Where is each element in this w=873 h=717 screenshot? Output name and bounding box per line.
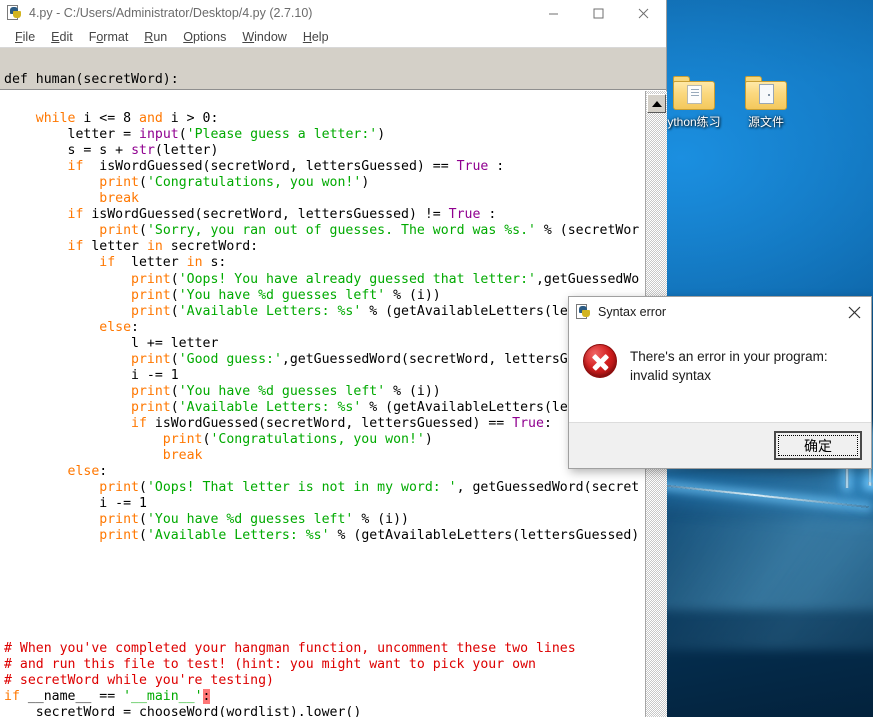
code-line: print('You have %d guesses left' % (i)) [131, 287, 441, 303]
menu-bar[interactable]: File Edit Format Run Options Window Help [0, 26, 666, 48]
python-file-icon [7, 5, 23, 21]
code-line: letter = input('Please guess a letter:') [67, 127, 386, 143]
code-line: if __name__ == '__main__': [4, 688, 211, 704]
error-cross-icon [583, 344, 617, 378]
close-button[interactable] [621, 0, 666, 26]
code-context-bar: def human(secretWord): [0, 48, 666, 90]
dialog-message-line1: There's an error in your program: [630, 349, 828, 364]
minimize-button[interactable] [531, 0, 576, 26]
code-line: print('Oops! That letter is not in my wo… [99, 480, 640, 496]
editor-viewport[interactable]: while i <= 8 and i > 0: letter = input('… [0, 91, 667, 717]
desktop[interactable]: ython练习 源文件 4.py - C:/Users/Administrato… [0, 0, 873, 717]
dialog-close-button[interactable] [839, 299, 869, 325]
dialog-message-line2: invalid syntax [630, 368, 712, 383]
code-line: break [99, 191, 139, 207]
code-line: break [162, 448, 203, 464]
code-line: print('You have %d guesses left' % (i)) [131, 383, 441, 399]
code-line: while i <= 8 and i > 0: [35, 111, 219, 127]
code-line: if isWordGuessed(secretWord, lettersGues… [67, 207, 497, 223]
window-controls[interactable] [531, 0, 666, 26]
menu-help[interactable]: Help [295, 26, 337, 48]
dialog-message: There's an error in your program: invali… [630, 344, 828, 385]
menu-options[interactable]: Options [175, 26, 234, 48]
code-line: if letter in s: [99, 255, 227, 271]
code-line: else: [99, 319, 139, 335]
folder-icon [745, 76, 787, 110]
code-line: l += letter [131, 335, 219, 351]
menu-run[interactable]: Run [136, 26, 175, 48]
desktop-icon-source-files[interactable]: 源文件 [722, 76, 810, 129]
desktop-icon-label: ython练习 [667, 115, 721, 129]
menu-window[interactable]: Window [234, 26, 294, 48]
menu-file[interactable]: File [7, 26, 43, 48]
window-title: 4.py - C:/Users/Administrator/Desktop/4.… [29, 6, 313, 20]
dialog-footer: 确定 [569, 422, 871, 468]
code-line: else: [67, 464, 108, 480]
code-line: print('Available Letters: %s' % (getAvai… [131, 399, 568, 415]
code-line: i -= 1 [131, 367, 179, 383]
code-line: if isWordGuessed(secretWord, lettersGues… [131, 415, 552, 431]
folder-icon [673, 76, 715, 110]
code-line: print('Good guess:',getGuessedWord(secre… [131, 351, 568, 367]
menu-edit[interactable]: Edit [43, 26, 81, 48]
code-text-area[interactable]: while i <= 8 and i > 0: letter = input('… [0, 91, 645, 717]
code-line: # When you've completed your hangman fun… [4, 640, 576, 656]
code-line: if isWordGuessed(secretWord, lettersGues… [67, 159, 505, 175]
code-line: print('Congratulations, you won!') [162, 431, 433, 447]
maximize-button[interactable] [576, 0, 621, 26]
code-line: secretWord = chooseWord(wordlist).lower(… [35, 704, 362, 717]
code-line: print('Sorry, you ran out of guesses. Th… [99, 223, 640, 239]
ok-button-label: 确定 [804, 437, 832, 454]
code-line: i -= 1 [99, 496, 147, 512]
code-line: if letter in secretWord: [67, 239, 259, 255]
code-line: print('Available Letters: %s' % (getAvai… [131, 303, 568, 319]
code-context-text: def human(secretWord): [4, 72, 179, 87]
dialog-title: Syntax error [598, 305, 667, 319]
scroll-up-arrow-icon[interactable] [647, 94, 666, 113]
dialog-body: There's an error in your program: invali… [569, 327, 871, 422]
code-line: print('Available Letters: %s' % (getAvai… [99, 528, 640, 544]
window-title-bar[interactable]: 4.py - C:/Users/Administrator/Desktop/4.… [0, 0, 666, 26]
code-line: print('Oops! You have already guessed th… [131, 271, 640, 287]
code-line: s = s + str(letter) [67, 143, 219, 159]
windows-logo-wallpaper [630, 430, 873, 717]
syntax-error-dialog[interactable]: Syntax error There's an error in your pr… [568, 296, 872, 469]
code-line: # and run this file to test! (hint: you … [4, 656, 536, 672]
menu-format[interactable]: Format [81, 26, 137, 48]
desktop-icon-label: 源文件 [747, 115, 784, 129]
code-line: print('You have %d guesses left' % (i)) [99, 512, 409, 528]
python-app-icon [576, 304, 592, 320]
code-line: # secretWord while you're testing) [4, 672, 274, 688]
dialog-title-bar[interactable]: Syntax error [569, 297, 871, 327]
idle-editor-window[interactable]: 4.py - C:/Users/Administrator/Desktop/4.… [0, 0, 667, 717]
code-line: print('Congratulations, you won!') [99, 175, 370, 191]
ok-button[interactable]: 确定 [774, 431, 862, 460]
